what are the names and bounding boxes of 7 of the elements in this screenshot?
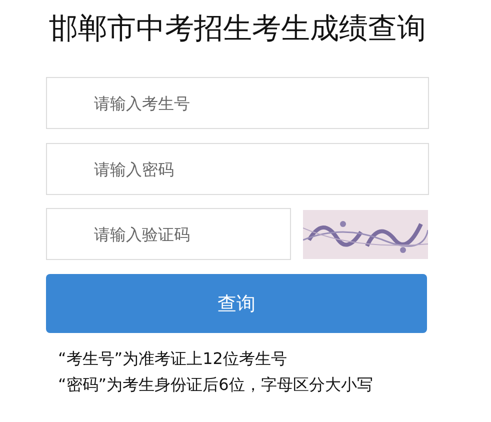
page-title: 邯郸市中考招生考生成绩查询 [48,10,427,47]
input-field[interactable]: 请输入验证码 [46,208,291,260]
input-field[interactable]: 请输入密码 [46,143,429,195]
hint-text: “考生号”为准考证上12位考生号 [58,348,288,370]
query-button[interactable]: 查询 [46,274,427,333]
hint-text: “密码”为考生身份证后6位，字母区分大小写 [58,374,374,396]
input-field[interactable]: 请输入考生号 [46,77,429,129]
